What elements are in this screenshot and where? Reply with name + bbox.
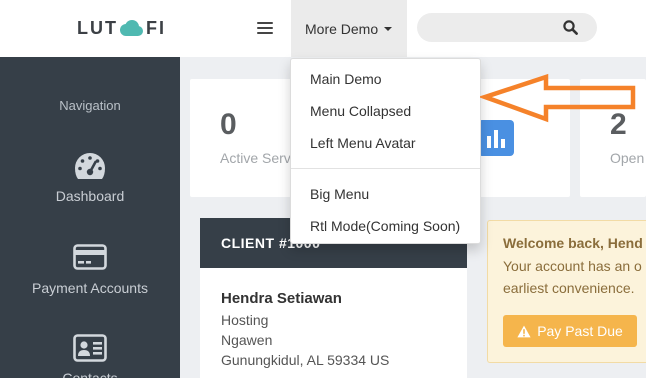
annotation-arrow: [480, 73, 636, 123]
alert-title: Welcome back, Hend: [503, 235, 643, 251]
dropdown-divider: [291, 168, 480, 169]
overdue-alert: Welcome back, Hend Your account has an o…: [487, 220, 646, 363]
alert-message-line: Your account has an o: [503, 258, 642, 274]
more-demo-label: More Demo: [305, 20, 379, 37]
pay-past-due-button[interactable]: Pay Past Due: [503, 315, 637, 347]
warning-icon: [517, 325, 531, 337]
id-card-icon: [73, 334, 107, 362]
more-demo-dropdown: Main Demo Menu Collapsed Left Menu Avata…: [290, 58, 481, 244]
dropdown-item-menu-collapsed[interactable]: Menu Collapsed: [291, 95, 480, 127]
dropdown-item-main-demo[interactable]: Main Demo: [291, 63, 480, 95]
logo-text-right: FI: [146, 17, 166, 38]
client-name: Hendra Setiawan: [221, 290, 342, 307]
stat-label: Open: [610, 150, 645, 166]
logo[interactable]: LUT FI: [77, 16, 166, 40]
hamburger-menu-icon[interactable]: [257, 22, 273, 34]
caret-down-icon: [384, 27, 393, 31]
pay-past-due-label: Pay Past Due: [537, 323, 623, 339]
sidebar-item-contacts[interactable]: Contacts: [0, 329, 180, 378]
sidebar-item-payment-accounts[interactable]: Payment Accounts: [0, 238, 180, 302]
hamburger-bar: [257, 32, 273, 34]
client-card-body: Hendra Setiawan Hosting Ngawen Gunungkid…: [200, 268, 467, 370]
top-header: LUT FI More Demo: [0, 0, 646, 57]
alert-message-line: earliest convenience.: [503, 280, 635, 296]
more-demo-menu[interactable]: More Demo: [291, 0, 407, 57]
hamburger-bar: [257, 22, 273, 24]
sidebar-item-label: Contacts: [62, 370, 118, 378]
stat-value: 0: [220, 108, 237, 141]
logo-text-left: LUT: [77, 17, 118, 38]
dropdown-item-left-menu-avatar[interactable]: Left Menu Avatar: [291, 127, 480, 159]
credit-card-icon: [73, 244, 107, 270]
alert-message: Your account has an o earliest convenien…: [503, 255, 646, 299]
search-icon[interactable]: [563, 20, 578, 35]
dropdown-item-rtl-mode[interactable]: Rtl Mode(Coming Soon): [291, 210, 480, 242]
sidebar-item-dashboard[interactable]: Dashboard: [0, 147, 180, 211]
sidebar-heading: Navigation: [59, 98, 121, 113]
sidebar: Navigation Dashboard Payment Accounts Co…: [0, 57, 180, 378]
search-input[interactable]: [417, 13, 557, 42]
sidebar-item-label: Dashboard: [55, 188, 125, 204]
client-detail-line: Ngawen: [221, 332, 273, 348]
hamburger-bar: [257, 27, 273, 29]
search-box: [417, 13, 597, 42]
cloud-logo-icon: [120, 20, 143, 36]
client-detail-line: Gunungkidul, AL 59334 US: [221, 352, 390, 368]
tachometer-icon: [75, 153, 105, 179]
sidebar-item-label: Payment Accounts: [32, 280, 148, 296]
client-detail-line: Hosting: [221, 312, 269, 328]
dropdown-item-big-menu[interactable]: Big Menu: [291, 178, 480, 210]
